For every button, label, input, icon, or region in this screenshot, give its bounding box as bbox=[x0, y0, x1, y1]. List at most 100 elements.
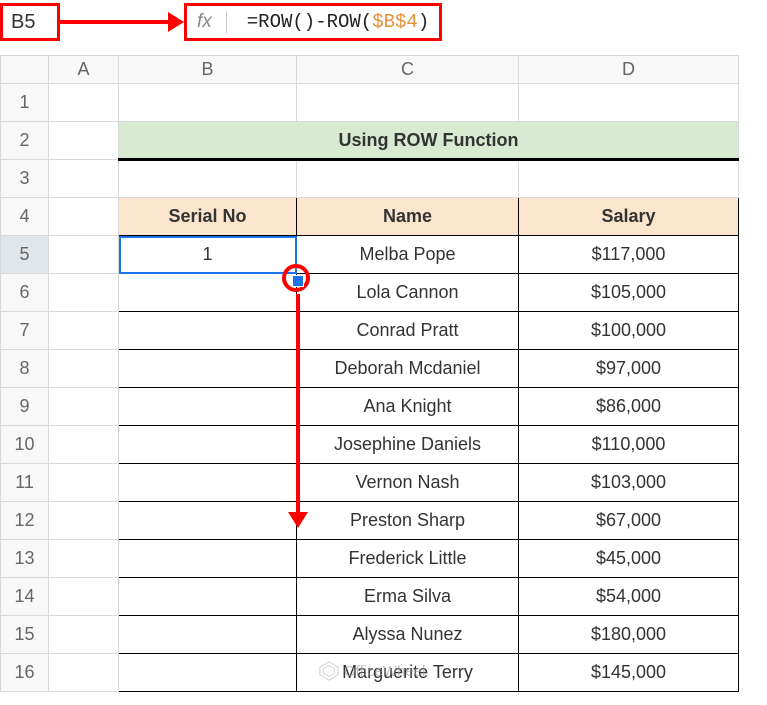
row-3: 3 bbox=[1, 160, 739, 198]
cell[interactable] bbox=[49, 464, 119, 502]
cell-name[interactable]: Melba Pope bbox=[297, 236, 519, 274]
cell[interactable] bbox=[49, 540, 119, 578]
cell[interactable] bbox=[49, 502, 119, 540]
cell-salary[interactable]: $67,000 bbox=[519, 502, 739, 540]
fx-icon: fx bbox=[197, 11, 227, 33]
name-box[interactable]: B5 bbox=[0, 3, 60, 41]
cell-B5-selected[interactable]: 1 bbox=[119, 236, 297, 274]
cell[interactable] bbox=[49, 274, 119, 312]
cell-salary[interactable]: $180,000 bbox=[519, 616, 739, 654]
formula-text: =ROW()-ROW($B$4) bbox=[247, 11, 429, 33]
cell-name[interactable]: Lola Cannon bbox=[297, 274, 519, 312]
row-16: 16 Marguerite Terry $145,000 bbox=[1, 654, 739, 692]
cell[interactable] bbox=[519, 160, 739, 198]
row-13: 13 Frederick Little $45,000 bbox=[1, 540, 739, 578]
cell[interactable] bbox=[49, 426, 119, 464]
row-header-6[interactable]: 6 bbox=[1, 274, 49, 312]
cell-serial[interactable] bbox=[119, 502, 297, 540]
select-all-corner[interactable] bbox=[1, 56, 49, 84]
cell-serial[interactable] bbox=[119, 350, 297, 388]
cell-name[interactable]: Frederick Little bbox=[297, 540, 519, 578]
cell-name[interactable]: Erma Silva bbox=[297, 578, 519, 616]
col-header-B[interactable]: B bbox=[119, 56, 297, 84]
row-5: 5 1 Melba Pope $117,000 bbox=[1, 236, 739, 274]
cell[interactable] bbox=[297, 84, 519, 122]
cell-name[interactable]: Alyssa Nunez bbox=[297, 616, 519, 654]
row-2: 2 Using ROW Function bbox=[1, 122, 739, 160]
cell-serial[interactable] bbox=[119, 464, 297, 502]
cell-name[interactable]: Conrad Pratt bbox=[297, 312, 519, 350]
row-header-9[interactable]: 9 bbox=[1, 388, 49, 426]
cell-serial[interactable] bbox=[119, 540, 297, 578]
column-header-row: A B C D bbox=[1, 56, 739, 84]
cell-salary[interactable]: $97,000 bbox=[519, 350, 739, 388]
col-header-C[interactable]: C bbox=[297, 56, 519, 84]
cell-salary[interactable]: $45,000 bbox=[519, 540, 739, 578]
cell[interactable] bbox=[49, 578, 119, 616]
row-header-8[interactable]: 8 bbox=[1, 350, 49, 388]
row-11: 11 Vernon Nash $103,000 bbox=[1, 464, 739, 502]
cell-name[interactable]: Josephine Daniels bbox=[297, 426, 519, 464]
spreadsheet-grid[interactable]: A B C D 1 2 Using ROW Function 3 4 Seria… bbox=[0, 55, 739, 692]
formula-bar[interactable]: fx =ROW()-ROW($B$4) bbox=[184, 3, 442, 41]
cell-salary[interactable]: $145,000 bbox=[519, 654, 739, 692]
cell[interactable] bbox=[49, 654, 119, 692]
cell[interactable] bbox=[49, 350, 119, 388]
cell-name[interactable]: Preston Sharp bbox=[297, 502, 519, 540]
cell-serial[interactable] bbox=[119, 654, 297, 692]
row-header-3[interactable]: 3 bbox=[1, 160, 49, 198]
cell[interactable] bbox=[119, 84, 297, 122]
sheet-title[interactable]: Using ROW Function bbox=[119, 122, 739, 160]
cell-salary[interactable]: $86,000 bbox=[519, 388, 739, 426]
row-9: 9 Ana Knight $86,000 bbox=[1, 388, 739, 426]
cell-name[interactable]: Deborah Mcdaniel bbox=[297, 350, 519, 388]
row-header-15[interactable]: 15 bbox=[1, 616, 49, 654]
cell[interactable] bbox=[49, 616, 119, 654]
header-name[interactable]: Name bbox=[297, 198, 519, 236]
row-header-13[interactable]: 13 bbox=[1, 540, 49, 578]
row-8: 8 Deborah Mcdaniel $97,000 bbox=[1, 350, 739, 388]
cell[interactable] bbox=[519, 84, 739, 122]
cell[interactable] bbox=[49, 312, 119, 350]
row-header-14[interactable]: 14 bbox=[1, 578, 49, 616]
cell-name[interactable]: Marguerite Terry bbox=[297, 654, 519, 692]
annotation-arrow-right bbox=[60, 20, 170, 24]
cell-salary[interactable]: $103,000 bbox=[519, 464, 739, 502]
cell-salary[interactable]: $117,000 bbox=[519, 236, 739, 274]
cell-serial[interactable] bbox=[119, 578, 297, 616]
cell[interactable] bbox=[49, 236, 119, 274]
row-header-5[interactable]: 5 bbox=[1, 236, 49, 274]
row-7: 7 Conrad Pratt $100,000 bbox=[1, 312, 739, 350]
header-serial[interactable]: Serial No bbox=[119, 198, 297, 236]
cell-salary[interactable]: $105,000 bbox=[519, 274, 739, 312]
cell[interactable] bbox=[49, 388, 119, 426]
row-header-4[interactable]: 4 bbox=[1, 198, 49, 236]
row-header-12[interactable]: 12 bbox=[1, 502, 49, 540]
cell-serial[interactable] bbox=[119, 616, 297, 654]
cell[interactable] bbox=[119, 160, 297, 198]
row-header-2[interactable]: 2 bbox=[1, 122, 49, 160]
cell[interactable] bbox=[49, 122, 119, 160]
cell-salary[interactable]: $100,000 bbox=[519, 312, 739, 350]
row-header-7[interactable]: 7 bbox=[1, 312, 49, 350]
cell[interactable] bbox=[297, 160, 519, 198]
col-header-D[interactable]: D bbox=[519, 56, 739, 84]
cell[interactable] bbox=[49, 198, 119, 236]
col-header-A[interactable]: A bbox=[49, 56, 119, 84]
cell-serial[interactable] bbox=[119, 312, 297, 350]
row-header-16[interactable]: 16 bbox=[1, 654, 49, 692]
cell-serial[interactable] bbox=[119, 426, 297, 464]
header-salary[interactable]: Salary bbox=[519, 198, 739, 236]
row-10: 10 Josephine Daniels $110,000 bbox=[1, 426, 739, 464]
cell-name[interactable]: Vernon Nash bbox=[297, 464, 519, 502]
row-header-10[interactable]: 10 bbox=[1, 426, 49, 464]
cell[interactable] bbox=[49, 160, 119, 198]
cell-name[interactable]: Ana Knight bbox=[297, 388, 519, 426]
cell-salary[interactable]: $54,000 bbox=[519, 578, 739, 616]
cell-salary[interactable]: $110,000 bbox=[519, 426, 739, 464]
cell-serial[interactable] bbox=[119, 274, 297, 312]
cell[interactable] bbox=[49, 84, 119, 122]
row-header-11[interactable]: 11 bbox=[1, 464, 49, 502]
row-header-1[interactable]: 1 bbox=[1, 84, 49, 122]
cell-serial[interactable] bbox=[119, 388, 297, 426]
